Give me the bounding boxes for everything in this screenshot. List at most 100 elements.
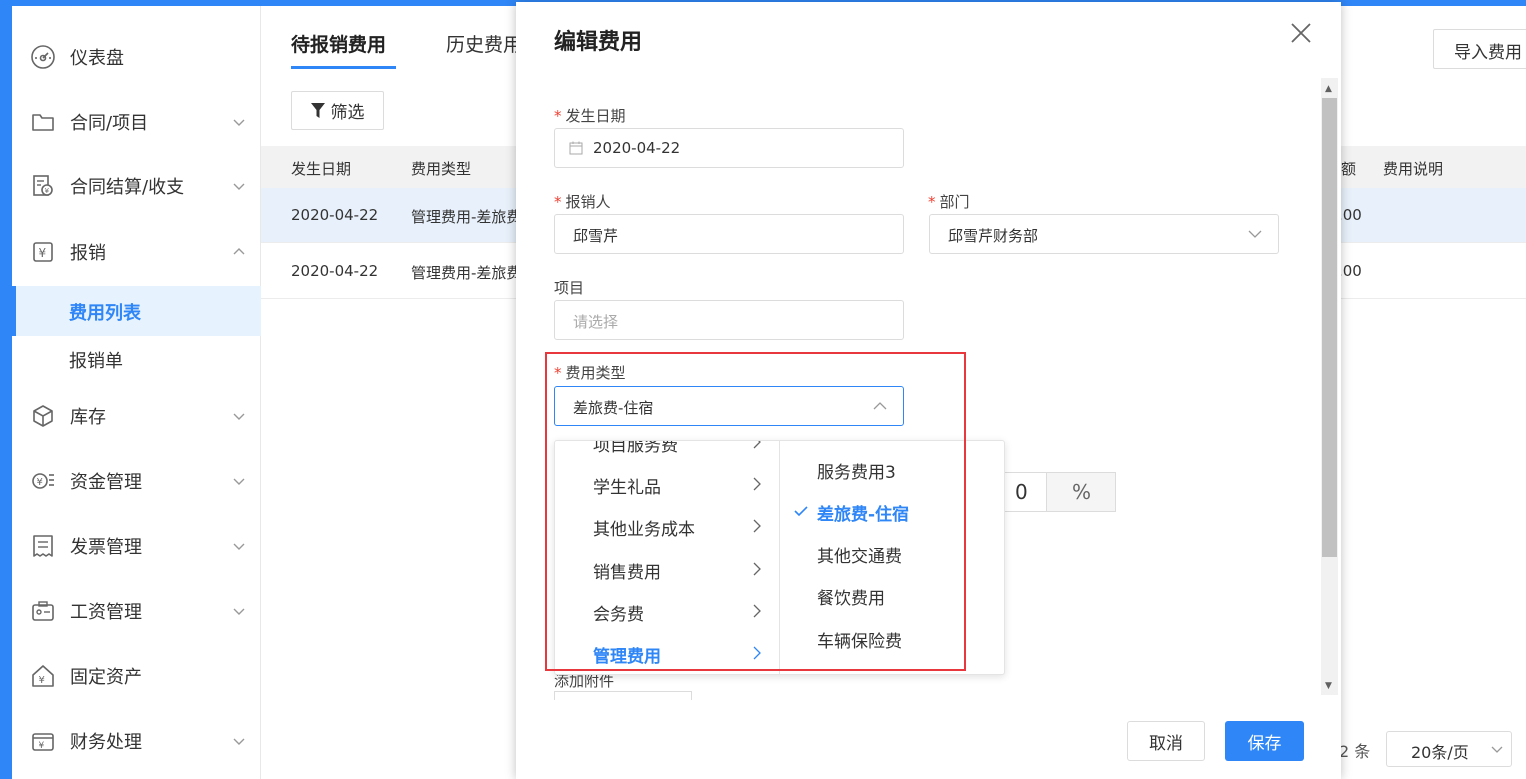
- sidebar-item-fund-management[interactable]: ¥ 资金管理: [12, 456, 261, 506]
- modal-scrollbar-thumb[interactable]: [1322, 98, 1337, 557]
- sidebar-item-reimbursement[interactable]: ¥ 报销: [12, 227, 261, 277]
- tab-history-expenses[interactable]: 历史费用: [446, 30, 522, 57]
- cascader-option-selected[interactable]: 管理费用: [555, 632, 779, 674]
- chevron-down-icon: [1491, 746, 1503, 753]
- cascader-option[interactable]: 车辆保险费: [780, 617, 1004, 659]
- filter-button[interactable]: 筛选: [291, 91, 384, 130]
- column-header-description: 费用说明: [1383, 160, 1444, 178]
- sidebar-subitem-label: 费用列表: [69, 303, 141, 324]
- cancel-button[interactable]: 取消: [1127, 721, 1205, 761]
- chevron-right-icon: [753, 477, 761, 491]
- sidebar-item-label: 固定资产: [70, 667, 142, 688]
- sidebar-item-payroll[interactable]: 工资管理: [12, 586, 261, 636]
- cascader-option-selected[interactable]: 差旅费-住宿: [780, 490, 1004, 532]
- sidebar-item-contract-settlement[interactable]: ¥ 合同结算/收支: [12, 161, 261, 211]
- page-size-select[interactable]: 20条/页: [1386, 731, 1512, 767]
- cell-type: 管理费用-差旅费: [411, 208, 522, 226]
- sidebar-item-label: 发票管理: [70, 537, 142, 558]
- department-select[interactable]: 邱雪芹财务部: [929, 214, 1279, 254]
- date-field-value: 2020-04-22: [593, 139, 681, 157]
- sidebar-item-invoice-management[interactable]: 发票管理: [12, 521, 261, 571]
- column-header-type: 费用类型: [411, 160, 472, 178]
- folder-icon: [32, 114, 54, 131]
- sidebar-item-label: 资金管理: [70, 472, 142, 493]
- svg-text:¥: ¥: [39, 246, 47, 260]
- project-select[interactable]: 请选择: [554, 300, 904, 340]
- ledger-icon: ¥: [33, 175, 53, 196]
- column-header-amount: 额: [1341, 160, 1357, 178]
- cascader-option[interactable]: 会务费: [555, 590, 779, 632]
- sidebar-item-dashboard[interactable]: 仪表盘: [12, 32, 261, 82]
- house-yen-icon: ¥: [32, 665, 54, 687]
- import-expense-button[interactable]: 导入费用: [1433, 29, 1526, 69]
- cell-date: 2020-04-22: [291, 206, 379, 224]
- finance-icon: ¥: [32, 733, 54, 751]
- chevron-down-icon: [233, 183, 245, 190]
- chevron-down-icon: [233, 738, 245, 745]
- chevron-down-icon: [233, 478, 245, 485]
- sidebar-item-label: 合同/项目: [70, 113, 149, 134]
- sidebar-item-label: 合同结算/收支: [70, 177, 185, 198]
- date-field[interactable]: 2020-04-22: [554, 128, 904, 168]
- box-icon: [33, 405, 53, 427]
- svg-text:¥: ¥: [39, 675, 45, 686]
- chevron-up-icon: [873, 402, 887, 410]
- date-field-label: * 发生日期: [554, 107, 626, 125]
- sidebar-subitem-expense-list[interactable]: 费用列表: [12, 286, 261, 336]
- yen-receipt-icon: ¥: [33, 242, 53, 262]
- id-card-icon: [32, 601, 54, 621]
- sidebar-subitem-label: 报销单: [69, 351, 123, 372]
- cascader-option[interactable]: 其他业务成本: [555, 505, 779, 547]
- tab-pending-expenses[interactable]: 待报销费用: [291, 30, 386, 57]
- reimburser-field-label: * 报销人: [554, 193, 611, 211]
- cascader-option[interactable]: 销售费用: [555, 548, 779, 590]
- cascader-option[interactable]: 其他: [780, 659, 1004, 674]
- reimburser-field-value: 邱雪芹: [573, 227, 619, 245]
- dashboard-icon: [31, 45, 55, 69]
- sidebar-item-fixed-assets[interactable]: ¥ 固定资产: [12, 651, 261, 701]
- chevron-down-icon: [233, 413, 245, 420]
- close-icon[interactable]: [1290, 22, 1312, 44]
- calendar-icon: [569, 141, 583, 155]
- sidebar: 仪表盘 合同/项目 ¥ 合同结算/收支 ¥ 报销 费用列表 报销单 库存 ¥ 资…: [12, 6, 261, 779]
- sidebar-item-label: 仪表盘: [70, 48, 124, 69]
- chevron-right-icon: [753, 562, 761, 576]
- chevron-down-icon: [1248, 230, 1262, 238]
- cell-amount: .00: [1338, 262, 1362, 280]
- chevron-up-icon: [233, 248, 245, 255]
- cascader-option[interactable]: 项目服务费: [555, 441, 779, 463]
- cascader-option[interactable]: 其他交通费: [780, 532, 1004, 574]
- cascader-option[interactable]: 餐饮费用: [780, 574, 1004, 616]
- chevron-right-icon: [753, 646, 761, 660]
- sidebar-subitem-reimbursement-form[interactable]: 报销单: [12, 334, 261, 384]
- scroll-up-arrow-icon[interactable]: ▲: [1325, 84, 1332, 94]
- sidebar-item-label: 库存: [70, 407, 106, 428]
- save-button[interactable]: 保存: [1225, 721, 1304, 761]
- sidebar-item-label: 报销: [70, 243, 106, 264]
- tax-rate-input[interactable]: 0: [1002, 472, 1046, 512]
- filter-label: 筛选: [330, 103, 365, 123]
- expense-type-field-label: * 费用类型: [554, 364, 626, 382]
- tab-active-indicator: [291, 66, 396, 69]
- cascader-option[interactable]: 学生礼品: [555, 463, 779, 505]
- chevron-down-icon: [233, 543, 245, 550]
- cell-amount: .00: [1338, 206, 1362, 224]
- page-size-value: 20条/页: [1411, 743, 1469, 762]
- cascader-column-category: 项目服务费 学生礼品 其他业务成本 销售费用 会务费 管理费用: [555, 441, 780, 674]
- sidebar-item-inventory[interactable]: 库存: [12, 391, 261, 441]
- sidebar-item-label: 工资管理: [70, 602, 142, 623]
- sidebar-item-contract-project[interactable]: 合同/项目: [12, 97, 261, 147]
- scroll-down-arrow-icon[interactable]: ▼: [1325, 681, 1332, 691]
- cell-type: 管理费用-差旅费: [411, 264, 522, 282]
- project-field-label: 项目: [554, 279, 585, 297]
- expense-type-dropdown: 项目服务费 学生礼品 其他业务成本 销售费用 会务费 管理费用 服务费用3 差旅…: [554, 440, 1005, 675]
- cascader-option[interactable]: 服务费用3: [780, 448, 1004, 490]
- tax-rate-unit: %: [1046, 472, 1116, 512]
- column-header-date: 发生日期: [291, 160, 352, 178]
- reimburser-field[interactable]: 邱雪芹: [554, 214, 904, 254]
- project-select-placeholder: 请选择: [573, 313, 619, 331]
- expense-type-cascader[interactable]: 差旅费-住宿: [554, 386, 904, 426]
- chevron-right-icon: [753, 604, 761, 618]
- expense-type-value: 差旅费-住宿: [573, 399, 654, 417]
- sidebar-item-finance-processing[interactable]: ¥ 财务处理: [12, 716, 261, 766]
